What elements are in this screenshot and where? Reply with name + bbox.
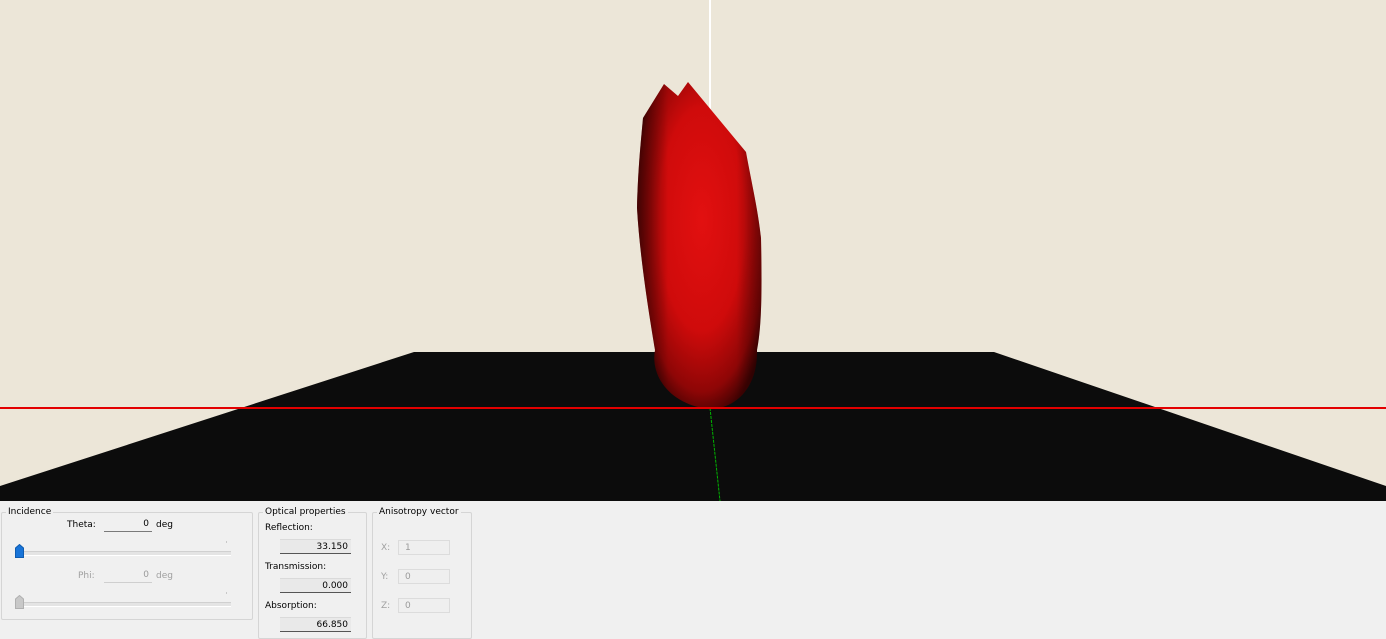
absorption-label: Absorption: — [265, 601, 317, 611]
optical-properties-group: Optical properties Reflection: 33.150 Tr… — [258, 507, 367, 639]
reflection-value: 33.150 — [280, 539, 351, 554]
anisotropy-z-input[interactable]: 0 — [398, 598, 450, 613]
anisotropy-vector-group: Anisotropy vector X: 1 Y: 0 Z: 0 — [372, 507, 472, 639]
anisotropy-x-input[interactable]: 1 — [398, 540, 450, 555]
phi-label: Phi: — [78, 571, 95, 581]
control-panel: Incidence Theta: 0 deg Phi: 0 deg Optica… — [0, 501, 1386, 639]
phi-slider-thumb[interactable] — [15, 595, 24, 609]
theta-input[interactable]: 0 — [104, 517, 152, 532]
scattering-lobe — [637, 82, 762, 409]
anisotropy-y-input[interactable]: 0 — [398, 569, 450, 584]
reflection-label: Reflection: — [265, 523, 313, 533]
anisotropy-x-label: X: — [381, 543, 391, 553]
anisotropy-vector-title: Anisotropy vector — [377, 507, 461, 518]
theta-slider-track[interactable] — [16, 551, 231, 556]
anisotropy-y-label: Y: — [381, 572, 389, 582]
incidence-group: Incidence Theta: 0 deg Phi: 0 deg — [1, 507, 253, 620]
anisotropy-z-label: Z: — [381, 601, 391, 611]
transmission-label: Transmission: — [265, 562, 327, 572]
optical-properties-title: Optical properties — [263, 507, 348, 518]
theta-slider-tick — [226, 541, 227, 543]
theta-slider-thumb[interactable] — [15, 544, 24, 558]
theta-label: Theta: — [67, 520, 96, 530]
phi-slider-track[interactable] — [16, 602, 231, 607]
phi-slider-tick — [226, 592, 227, 594]
transmission-value: 0.000 — [280, 578, 351, 593]
scene-canvas[interactable] — [0, 0, 1386, 501]
theta-unit: deg — [156, 520, 173, 530]
incidence-group-title: Incidence — [6, 507, 54, 518]
3d-viewport[interactable] — [0, 0, 1386, 501]
phi-input[interactable]: 0 — [104, 568, 152, 583]
phi-unit: deg — [156, 571, 173, 581]
